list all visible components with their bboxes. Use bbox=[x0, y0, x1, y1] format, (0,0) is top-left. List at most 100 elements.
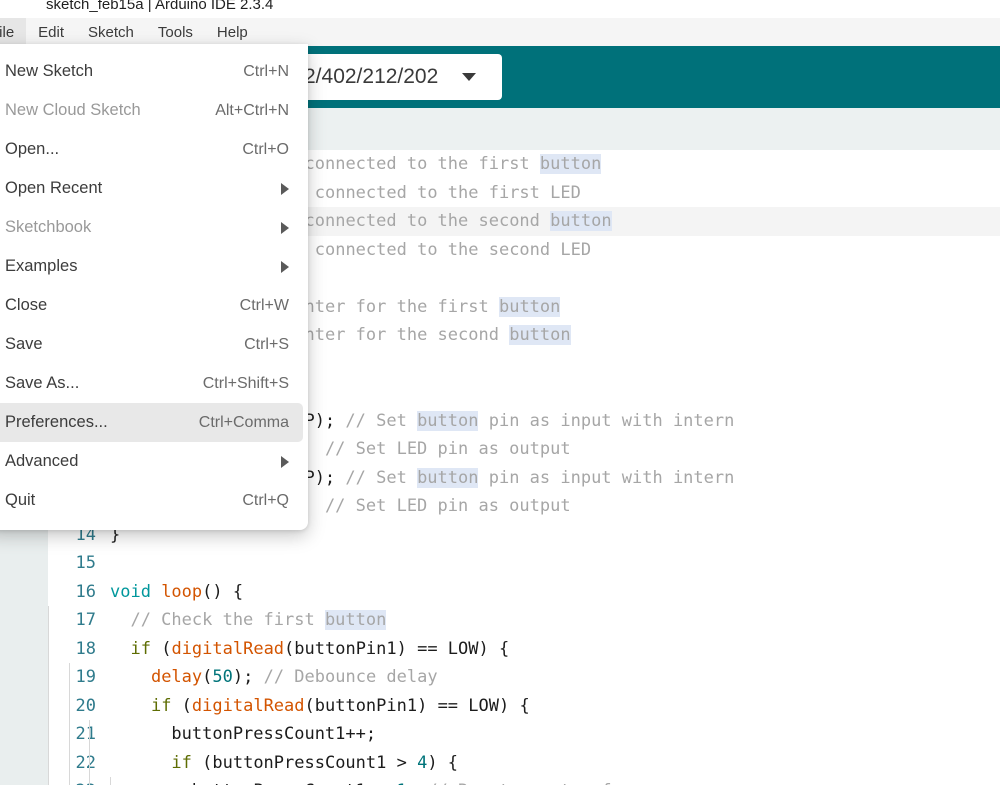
code-token: loop bbox=[161, 581, 203, 602]
code-line: 21 buttonPressCount1++; bbox=[48, 720, 1000, 749]
code-token: if bbox=[130, 638, 151, 659]
menu-bar: FileEditSketchToolsHelp bbox=[0, 18, 1000, 46]
menu-item-label: Examples bbox=[5, 257, 78, 275]
code-token: delay bbox=[150, 667, 203, 688]
code-token: button bbox=[550, 211, 612, 232]
menu-item-label: Sketchbook bbox=[5, 218, 92, 236]
menu-item-shortcut: Ctrl+O bbox=[242, 140, 289, 158]
code-token: pin as input with intern bbox=[478, 467, 735, 488]
code-line-text: delay(50); // Debounce delay bbox=[48, 663, 1000, 692]
code-token: digitalRead bbox=[191, 695, 305, 716]
line-number: 15 bbox=[75, 553, 96, 574]
submenu-chevron-right-icon bbox=[281, 182, 289, 195]
arduino-ide-window: sketch_feb15a | Arduino IDE 2.3.4 FileEd… bbox=[0, 0, 1000, 785]
code-token: buttonPressCount1++; bbox=[110, 724, 377, 745]
menubar-item-tools[interactable]: Tools bbox=[146, 18, 205, 46]
menubar-item-help[interactable]: Help bbox=[205, 18, 260, 46]
code-token: // Set LED pin as output bbox=[324, 496, 571, 517]
code-token: // Reset counter for bbox=[427, 781, 642, 785]
menu-item-label: Save As... bbox=[5, 374, 80, 392]
code-line-text: if (digitalRead(buttonPin1) == LOW) { bbox=[48, 634, 1000, 663]
code-token: (buttonPin1) == LOW) { bbox=[304, 695, 530, 716]
code-token: pin as input with intern bbox=[478, 410, 735, 431]
menu-item-label: Quit bbox=[5, 491, 36, 509]
code-token: // Check the first bbox=[110, 610, 325, 631]
menu-item-new-sketch[interactable]: New Sketch Ctrl+N bbox=[0, 52, 303, 91]
code-token: // Debounce delay bbox=[263, 667, 438, 688]
menu-item-new-cloud-sketch[interactable]: New Cloud Sketch Alt+Ctrl+N bbox=[0, 91, 303, 130]
code-token: ( bbox=[171, 695, 192, 716]
code-token: 4 bbox=[417, 752, 428, 773]
code-token: (buttonPin1) == LOW) { bbox=[284, 638, 510, 659]
code-line-text: void loop() { bbox=[110, 582, 1000, 602]
menu-item-save-as[interactable]: Save As... Ctrl+Shift+S bbox=[0, 364, 303, 403]
code-token: ( bbox=[150, 638, 172, 659]
code-token: button bbox=[509, 325, 571, 346]
menu-item-label: Save bbox=[5, 335, 43, 353]
code-line: 16 void loop() { bbox=[48, 578, 1000, 607]
line-number: 18 bbox=[75, 638, 96, 659]
menu-item-shortcut: Ctrl+Comma bbox=[198, 413, 289, 431]
code-line: 19 delay(50); // Debounce delay bbox=[48, 663, 1000, 692]
submenu-chevron-right-icon bbox=[281, 260, 289, 273]
code-line-text: buttonPressCount1 = 1; // Reset counter … bbox=[48, 777, 1000, 785]
menubar-item-sketch[interactable]: Sketch bbox=[76, 18, 146, 46]
line-number: 20 bbox=[75, 695, 96, 716]
code-token: // Set bbox=[345, 410, 418, 431]
menu-item-shortcut: Ctrl+W bbox=[239, 296, 289, 314]
menu-item-shortcut: Ctrl+N bbox=[243, 62, 289, 80]
code-token: // Set bbox=[345, 467, 418, 488]
line-number: 19 bbox=[75, 667, 96, 688]
code-line: 15 bbox=[48, 549, 1000, 578]
code-token: () { bbox=[202, 581, 244, 602]
code-token: void bbox=[110, 581, 162, 602]
menu-item-shortcut: Ctrl+S bbox=[244, 335, 289, 353]
menu-item-shortcut: Ctrl+Shift+S bbox=[202, 374, 289, 392]
code-token: (buttonPressCount1 > bbox=[191, 752, 418, 773]
menu-item-quit[interactable]: Quit Ctrl+Q bbox=[0, 481, 303, 520]
menu-item-label: New Sketch bbox=[5, 62, 94, 80]
menu-item-advanced[interactable]: Advanced bbox=[0, 442, 303, 481]
code-line: 18 if (digitalRead(buttonPin1) == LOW) { bbox=[48, 634, 1000, 663]
code-token: ; bbox=[407, 781, 427, 785]
menu-item-close[interactable]: Close Ctrl+W bbox=[0, 286, 303, 325]
submenu-chevron-right-icon bbox=[281, 455, 289, 468]
menu-item-sketchbook[interactable]: Sketchbook bbox=[0, 208, 303, 247]
code-token: ); bbox=[232, 667, 264, 688]
line-number: 16 bbox=[75, 581, 96, 602]
chevron-down-icon bbox=[462, 73, 476, 81]
menubar-item-edit[interactable]: Edit bbox=[26, 18, 76, 46]
menu-item-examples[interactable]: Examples bbox=[0, 247, 303, 286]
code-line: 22 if (buttonPressCount1 > 4) { bbox=[48, 748, 1000, 777]
code-token: 1 bbox=[397, 781, 407, 785]
menu-item-save[interactable]: Save Ctrl+S bbox=[0, 325, 303, 364]
code-token: button bbox=[324, 610, 387, 631]
code-line: 17 // Check the first button bbox=[48, 606, 1000, 635]
menu-item-shortcut: Ctrl+Q bbox=[242, 491, 289, 509]
board-selector-value: 2/402/212/202 bbox=[304, 65, 439, 88]
menu-item-shortcut: Alt+Ctrl+N bbox=[215, 101, 289, 119]
code-token: ( bbox=[202, 667, 213, 688]
code-line-text: if (buttonPressCount1 > 4) { bbox=[48, 748, 1000, 777]
window-title: sketch_feb15a | Arduino IDE 2.3.4 bbox=[46, 0, 274, 13]
code-line-text: // Check the first button bbox=[48, 606, 1000, 635]
menu-item-open-recent[interactable]: Open Recent bbox=[0, 169, 303, 208]
menu-item-open[interactable]: Open... Ctrl+O bbox=[0, 130, 303, 169]
line-number: 22 bbox=[75, 752, 96, 773]
code-token: 50 bbox=[212, 667, 233, 688]
title-bar: sketch_feb15a | Arduino IDE 2.3.4 bbox=[0, 0, 1000, 18]
line-number: 17 bbox=[75, 610, 96, 631]
code-token: ) { bbox=[427, 752, 459, 773]
menubar-item-file[interactable]: File bbox=[0, 18, 27, 46]
menu-item-label: Open... bbox=[5, 140, 60, 158]
menu-item-preferences[interactable]: Preferences... Ctrl+Comma bbox=[0, 403, 303, 442]
file-menu-dropdown[interactable]: New Sketch Ctrl+N New Cloud Sketch Alt+Ctrl… bbox=[0, 44, 308, 530]
menu-item-label: Advanced bbox=[5, 452, 79, 470]
menu-item-label: Close bbox=[5, 296, 48, 314]
code-token: // Set LED pin as output bbox=[324, 439, 571, 460]
code-token: if bbox=[150, 695, 172, 716]
